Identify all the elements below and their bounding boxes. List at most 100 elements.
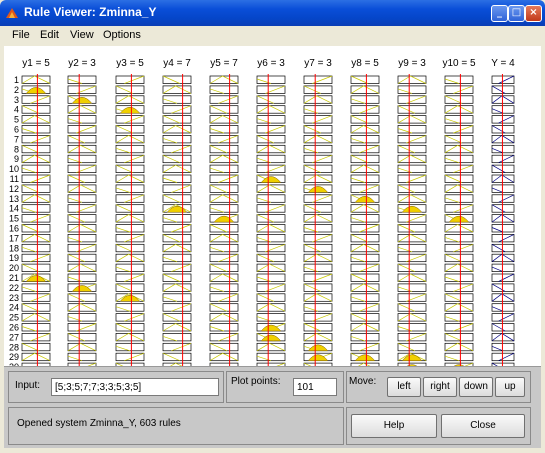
rule-cell[interactable]	[444, 243, 474, 253]
rule-cell[interactable]	[209, 135, 239, 144]
rule-cell[interactable]	[115, 303, 145, 312]
rule-cell[interactable]	[491, 105, 515, 114]
rule-cell[interactable]	[67, 194, 97, 203]
rule-cell[interactable]	[209, 323, 239, 332]
rule-cell[interactable]	[162, 253, 192, 263]
rule-cell[interactable]	[444, 313, 474, 322]
rule-cell[interactable]	[350, 164, 380, 173]
rule-cell[interactable]	[444, 194, 474, 203]
rule-cell[interactable]	[491, 95, 515, 104]
rule-cell[interactable]	[67, 313, 97, 322]
rule-cell[interactable]	[256, 313, 286, 322]
rule-cell[interactable]	[397, 164, 427, 173]
rule-cell[interactable]	[67, 352, 97, 362]
rule-cell[interactable]	[256, 234, 286, 243]
rule-cell[interactable]	[350, 243, 380, 253]
rule-cell[interactable]	[256, 273, 286, 282]
rule-cell[interactable]	[209, 283, 239, 292]
rule-cell[interactable]	[162, 342, 192, 352]
rule-cell[interactable]	[397, 333, 427, 342]
rule-cell[interactable]	[350, 293, 380, 302]
close-window-button[interactable]: ×	[525, 5, 542, 22]
rule-cell[interactable]	[397, 95, 427, 104]
rule-cell[interactable]	[350, 342, 380, 352]
rule-cell[interactable]	[491, 154, 515, 164]
rule-plot-area[interactable]: y1 = 5 y2 = 3 y3 = 5 y4 = 7 y5 = 7 y6 = 3 y7 =…	[4, 46, 541, 366]
rule-cell[interactable]	[67, 204, 97, 213]
rule-cell[interactable]	[115, 273, 145, 282]
rule-cell[interactable]	[115, 75, 145, 84]
rule-cell[interactable]	[256, 105, 286, 114]
rule-cell[interactable]	[209, 85, 239, 94]
rule-cell[interactable]	[491, 144, 515, 154]
rule-cell[interactable]	[303, 234, 333, 243]
rule-cell[interactable]	[350, 144, 380, 154]
rule-cell[interactable]	[350, 224, 380, 233]
rule-cell[interactable]	[256, 352, 286, 362]
rule-cell[interactable]	[115, 144, 145, 154]
close-button[interactable]: Close	[441, 414, 525, 438]
rule-cell[interactable]	[162, 95, 192, 104]
menu-options[interactable]: Options	[103, 29, 141, 41]
rule-cell[interactable]	[67, 323, 97, 332]
rule-cell[interactable]	[491, 273, 515, 282]
rule-cell[interactable]	[350, 125, 380, 134]
rule-cell[interactable]	[303, 303, 333, 312]
rule-cell[interactable]	[491, 342, 515, 352]
rule-cell[interactable]	[21, 283, 51, 292]
rule-cell[interactable]	[21, 75, 51, 84]
rule-cell[interactable]	[67, 263, 97, 272]
rule-cell[interactable]	[397, 283, 427, 292]
rule-cell[interactable]	[444, 204, 474, 213]
rule-cell[interactable]	[444, 144, 474, 154]
rule-cell[interactable]	[444, 184, 474, 193]
rule-cell[interactable]	[256, 243, 286, 253]
rule-cell[interactable]	[444, 154, 474, 164]
rule-cell[interactable]	[115, 115, 145, 124]
rule-cell[interactable]	[491, 194, 515, 203]
rules-grid[interactable]: y1 = 5 y2 = 3 y3 = 5 y4 = 7 y5 = 7 y6 = 3 y7 =…	[4, 46, 541, 366]
rule-cell[interactable]	[303, 194, 333, 203]
rule-cell[interactable]	[303, 214, 333, 223]
rule-cell[interactable]	[162, 105, 192, 114]
rule-cell[interactable]	[444, 273, 474, 282]
rule-cell[interactable]	[67, 224, 97, 233]
rule-cell[interactable]	[209, 313, 239, 322]
rule-cell[interactable]	[350, 135, 380, 144]
rule-cell[interactable]	[491, 184, 515, 193]
rule-cell[interactable]	[491, 303, 515, 312]
rule-cell[interactable]	[115, 253, 145, 263]
rule-cell[interactable]	[67, 125, 97, 134]
rule-cell[interactable]	[397, 253, 427, 263]
rule-cell[interactable]	[350, 303, 380, 312]
rule-cell[interactable]	[256, 85, 286, 94]
rule-cell[interactable]	[115, 333, 145, 342]
rule-cell[interactable]	[162, 174, 192, 183]
rule-cell[interactable]	[209, 154, 239, 164]
rule-cell[interactable]	[21, 115, 51, 124]
rule-cell[interactable]	[162, 144, 192, 154]
rule-cell[interactable]	[397, 234, 427, 243]
rule-cell[interactable]	[21, 174, 51, 183]
rule-cell[interactable]	[397, 273, 427, 282]
rule-cell[interactable]	[67, 144, 97, 154]
rule-cell[interactable]	[67, 303, 97, 312]
rule-cell[interactable]	[209, 194, 239, 203]
rule-cell[interactable]	[397, 115, 427, 124]
rule-cell[interactable]	[162, 293, 192, 302]
rule-cell[interactable]	[444, 234, 474, 243]
rule-cell[interactable]	[162, 224, 192, 233]
rule-cell[interactable]	[21, 313, 51, 322]
rule-cell[interactable]	[21, 293, 51, 302]
rule-cell[interactable]	[444, 342, 474, 352]
rule-cell[interactable]	[209, 95, 239, 104]
rule-cell[interactable]	[350, 333, 380, 342]
move-up-button[interactable]: up	[495, 377, 525, 397]
move-left-button[interactable]: left	[387, 377, 421, 397]
rule-cell[interactable]	[491, 135, 515, 144]
rule-cell[interactable]	[67, 184, 97, 193]
rule-cell[interactable]	[397, 154, 427, 164]
rule-cell[interactable]	[21, 243, 51, 253]
rule-cell[interactable]	[209, 115, 239, 124]
rule-cell[interactable]	[350, 214, 380, 223]
